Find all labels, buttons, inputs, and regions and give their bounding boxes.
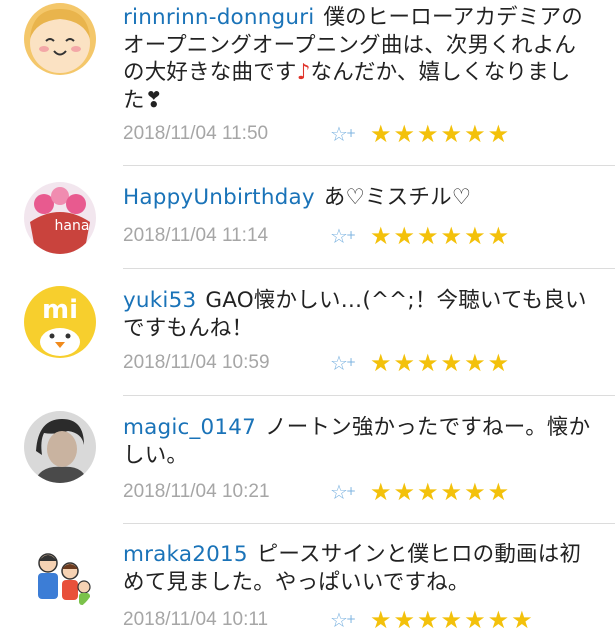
comment-timestamp: 2018/11/04 10:11 [123, 609, 269, 630]
comment-meta: 2018/11/04 10:59 ☆ + ★★★★★★ [123, 348, 593, 378]
divider [123, 165, 615, 166]
comment-meta: 2018/11/04 10:21 ☆ + ★★★★★★ [123, 477, 593, 507]
comment-list: rinnrinn-donnguri 僕のヒーローアカデミアのオープニングオープニン… [0, 0, 615, 640]
comment-username[interactable]: yuki53 [123, 288, 196, 313]
star-plus-icon[interactable]: ☆ + [330, 479, 358, 505]
star-rating: ★★★★★★ [370, 478, 512, 506]
comment-username[interactable]: magic_0147 [123, 415, 256, 440]
star-plus-icon[interactable]: ☆ + [330, 121, 358, 147]
comment-timestamp: 2018/11/04 11:14 [123, 225, 269, 246]
comment-timestamp: 2018/11/04 11:50 [123, 123, 269, 144]
comment-timestamp: 2018/11/04 10:59 [123, 352, 270, 373]
comment-meta: 2018/11/04 10:11 ☆ + ★★★★★★★ [123, 605, 593, 635]
comment-body: magic_0147 ノートン強かったですねー。懐かしい。 [123, 414, 593, 469]
smiling-face-avatar-image [24, 3, 96, 75]
family-illustration-avatar-image [24, 541, 96, 613]
cupcake-avatar-image: hana [24, 182, 96, 254]
avatar[interactable] [24, 3, 96, 75]
comment-timestamp: 2018/11/04 10:21 [123, 481, 270, 502]
star-rating: ★★★★★★ [370, 222, 512, 250]
star-plus-icon[interactable]: ☆ + [330, 607, 358, 633]
star-rating: ★★★★★★★ [370, 606, 535, 634]
comment-body: mraka2015 ピースサインと僕ヒロの動画は初めて見ました。やっぱいいですね。 [123, 541, 593, 596]
comment-meta: 2018/11/04 11:50 ☆ + ★★★★★★ [123, 119, 593, 149]
chick-avatar-image: mi [24, 286, 96, 358]
divider [123, 268, 615, 269]
avatar[interactable]: mi [24, 286, 96, 358]
avatar-text: hana [55, 218, 90, 234]
avatar[interactable]: hana [24, 182, 96, 254]
avatar[interactable] [24, 541, 96, 613]
music-note-icon: ♪ [296, 60, 311, 85]
star-rating: ★★★★★★ [370, 120, 512, 148]
person-portrait-avatar-image [24, 411, 96, 483]
divider [123, 523, 615, 524]
star-plus-icon[interactable]: ☆ + [330, 223, 358, 249]
comment-body: HappyUnbirthday あ♡ミスチル♡ [123, 184, 593, 212]
divider [123, 395, 615, 396]
star-plus-icon[interactable]: ☆ + [330, 350, 358, 376]
star-rating: ★★★★★★ [370, 349, 512, 377]
comment-body: yuki53 GAO懐かしい…(^^;！今聴いても良いですもんね！ [123, 287, 593, 342]
avatar[interactable] [24, 411, 96, 483]
comment-username[interactable]: mraka2015 [123, 542, 248, 567]
comment-username[interactable]: rinnrinn-donnguri [123, 5, 314, 30]
comment-username[interactable]: HappyUnbirthday [123, 185, 315, 210]
comment-body: rinnrinn-donnguri 僕のヒーローアカデミアのオープニングオープニン… [123, 4, 593, 114]
avatar-text: mi [42, 295, 78, 325]
comment-meta: 2018/11/04 11:14 ☆ + ★★★★★★ [123, 221, 593, 251]
comment-text: あ♡ミスチル♡ [323, 185, 472, 210]
